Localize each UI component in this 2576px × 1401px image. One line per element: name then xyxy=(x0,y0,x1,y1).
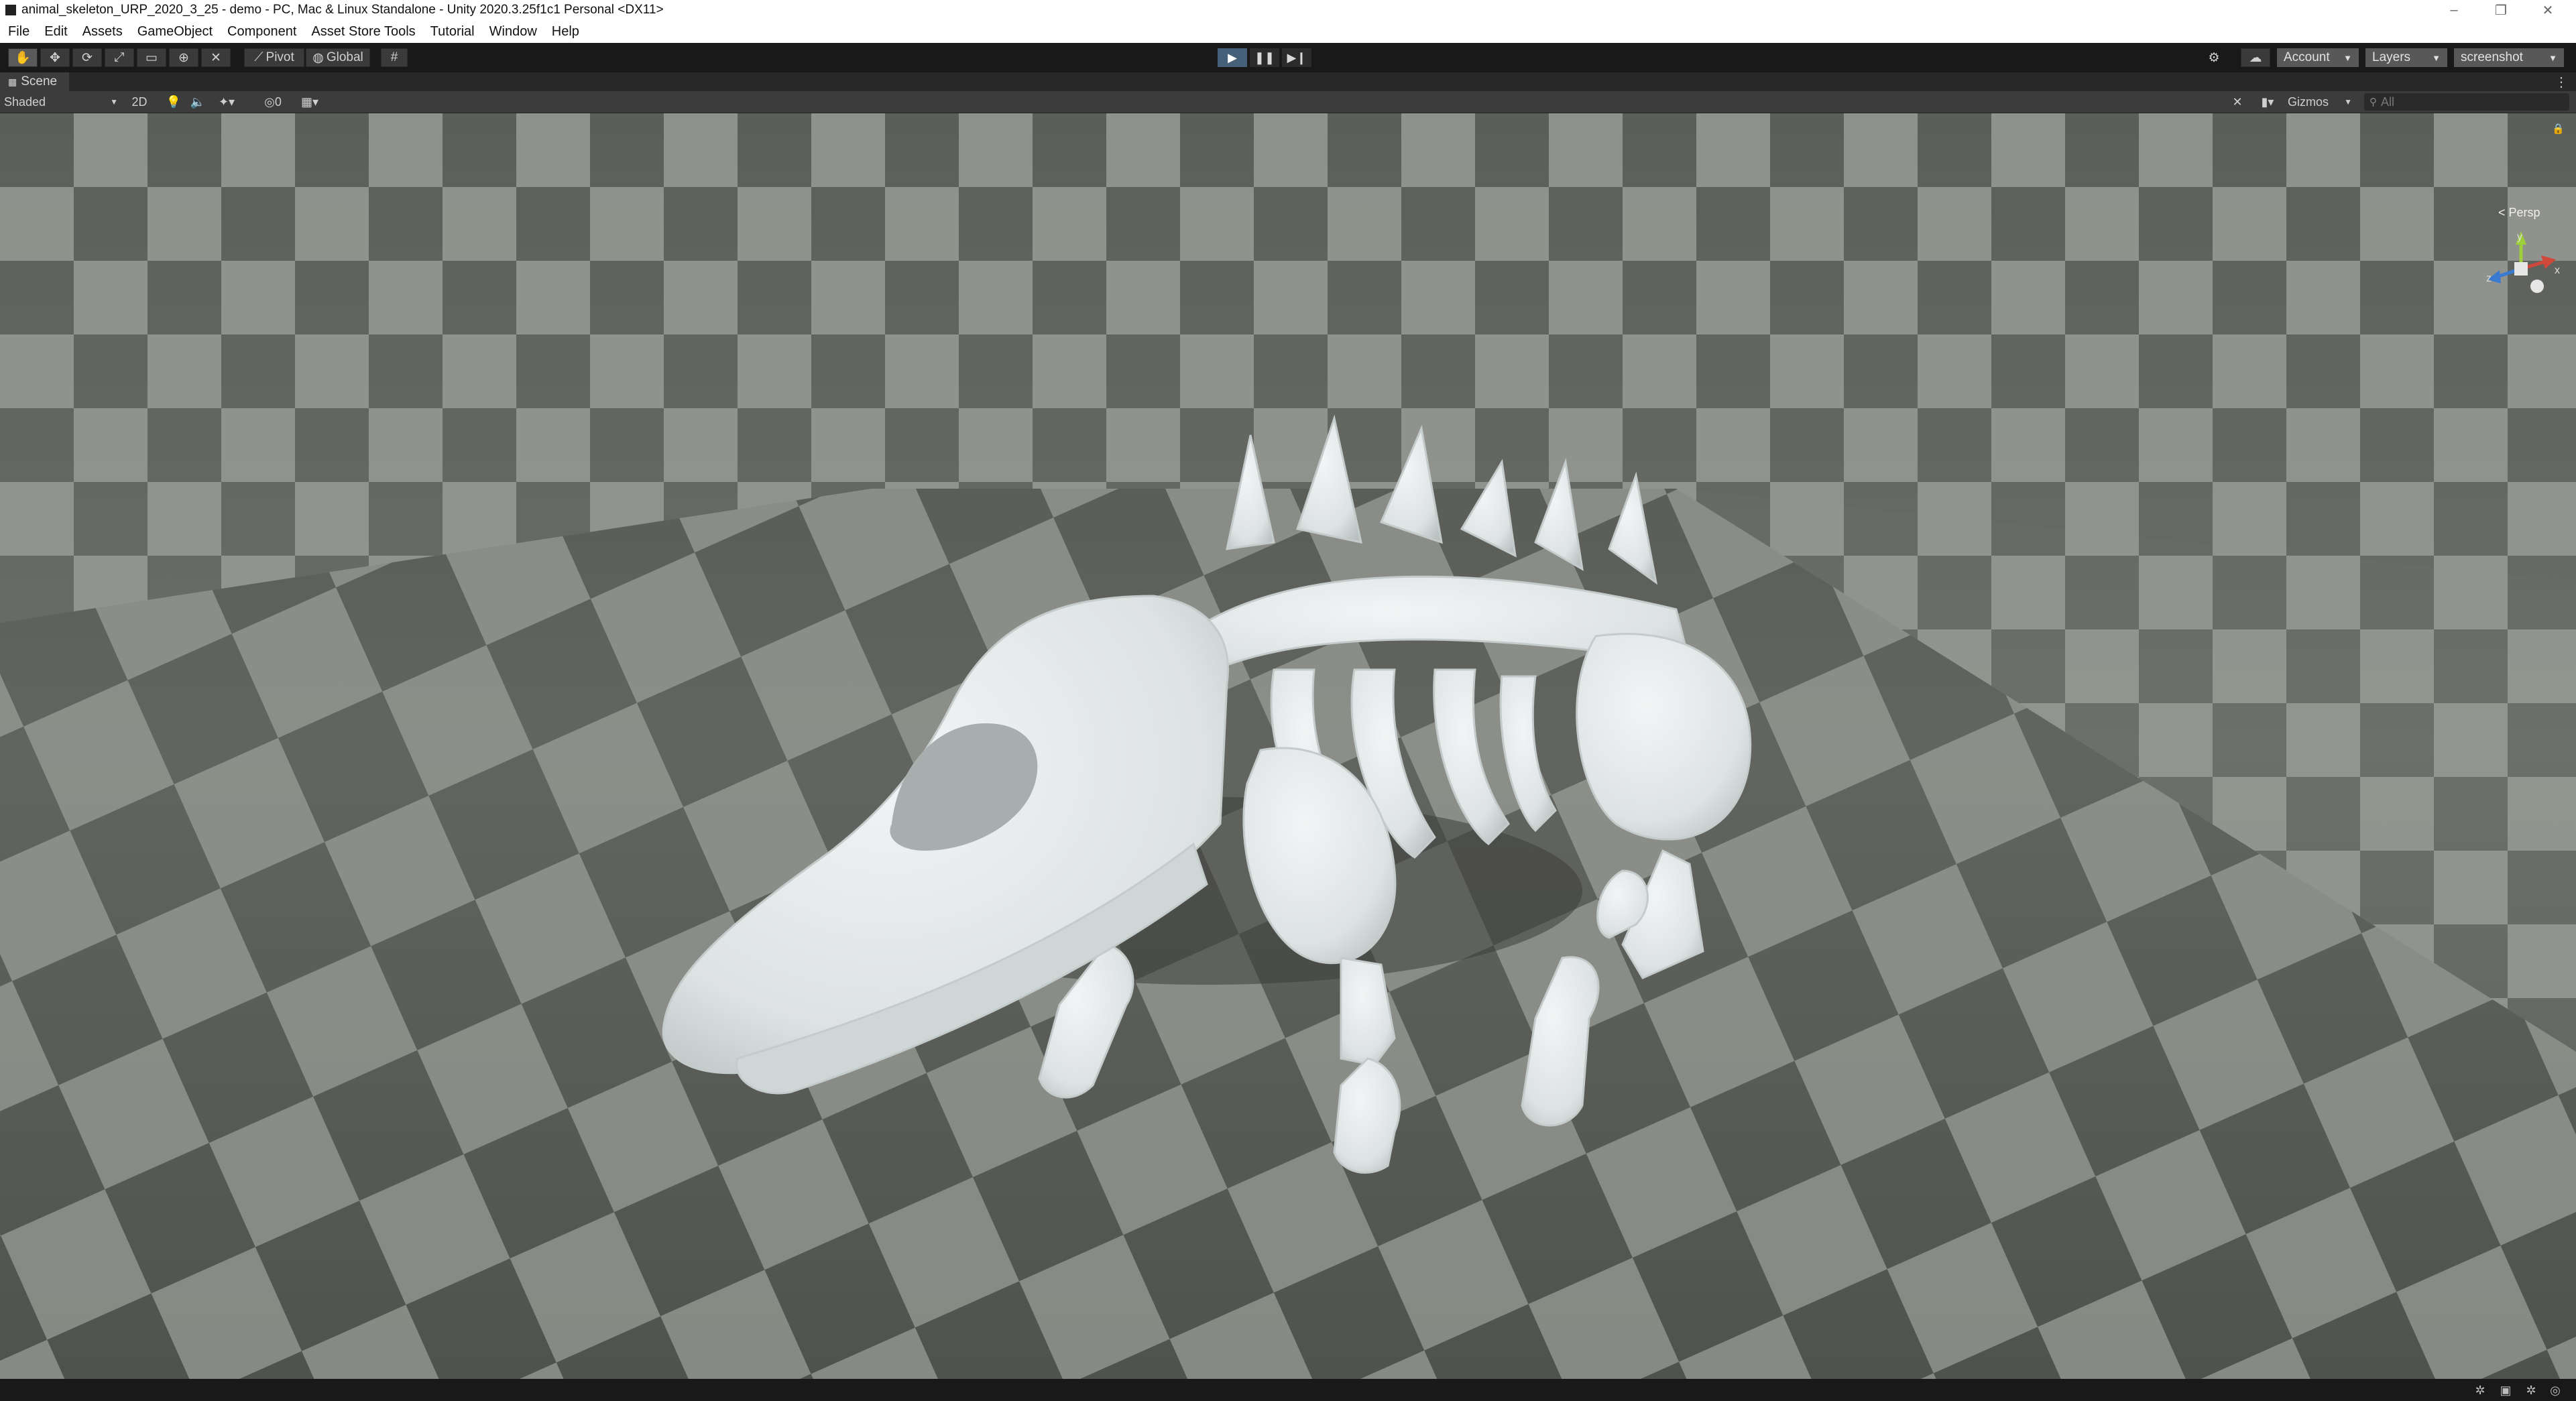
menu-component[interactable]: Component xyxy=(227,24,296,40)
custom-tool-icon[interactable]: ✕ xyxy=(201,48,231,67)
hidden-objects-toggle[interactable]: ◎ 0 xyxy=(255,93,291,111)
maximize-button[interactable]: ❐ xyxy=(2481,0,2521,20)
draw-mode-label: Shaded xyxy=(4,95,46,109)
status-bar: ✲ ▣ ✲ ◎ xyxy=(0,1379,2576,1401)
menu-gameobject[interactable]: GameObject xyxy=(137,24,213,40)
menu-file[interactable]: File xyxy=(8,24,30,40)
window-title-bar: animal_skeleton_URP_2020_3_25 - demo - P… xyxy=(0,0,2576,20)
lock-icon[interactable]: 🔒 xyxy=(2552,123,2565,135)
global-label: Global xyxy=(326,50,363,64)
cloud-icon[interactable]: ☁ xyxy=(2241,48,2270,67)
menu-asset-store-tools[interactable]: Asset Store Tools xyxy=(311,24,415,40)
layers-dropdown[interactable]: Layers ▼ xyxy=(2365,48,2447,67)
gizmo-y-label: y xyxy=(2517,231,2522,243)
collab-icon[interactable]: ⚙ xyxy=(2201,48,2227,67)
search-placeholder: All xyxy=(2381,95,2395,109)
gizmos-label: Gizmos xyxy=(2288,95,2329,109)
window-title: animal_skeleton_URP_2020_3_25 - demo - P… xyxy=(21,3,664,17)
eye-slash-icon: ◎ xyxy=(264,95,275,109)
layout-dropdown[interactable]: screenshot ▼ xyxy=(2454,48,2564,67)
scene-tab-bar: ▦ Scene ⋮ xyxy=(0,72,2576,91)
transform-tool-icon[interactable]: ⊕ xyxy=(169,48,198,67)
global-toggle[interactable]: ◍ Global xyxy=(306,48,370,67)
scene-tab-icon: ▦ xyxy=(8,76,17,87)
account-dropdown[interactable]: Account ▼ xyxy=(2277,48,2359,67)
menu-edit[interactable]: Edit xyxy=(44,24,67,40)
step-button[interactable]: ▶❙ xyxy=(1282,48,1311,67)
audio-icon[interactable]: 🔈 xyxy=(189,93,207,111)
tab-menu-icon[interactable]: ⋮ xyxy=(2555,72,2568,91)
hand-tool-icon[interactable]: ✋ xyxy=(8,48,38,67)
chevron-down-icon: ▼ xyxy=(2432,52,2441,63)
rect-tool-icon[interactable]: ▭ xyxy=(137,48,166,67)
layout-label: screenshot xyxy=(2461,50,2523,64)
chevron-down-icon: ▼ xyxy=(110,97,118,107)
pivot-toggle[interactable]: ⟋ Pivot xyxy=(244,48,304,67)
grid-visibility-icon[interactable]: ▦▾ xyxy=(295,93,325,111)
debug-icon[interactable]: ✲ xyxy=(2524,1383,2538,1398)
scene-view-toolbar: Shaded ▼ 2D 💡 🔈 ✦▾ ◎ 0 ▦▾ ✕ ▮▾ Gizmos ▼ … xyxy=(0,91,2576,113)
scene-search-field[interactable]: ⚲ All xyxy=(2364,93,2569,111)
menu-tutorial[interactable]: Tutorial xyxy=(430,24,475,40)
menu-bar: File Edit Assets GameObject Component As… xyxy=(0,20,2576,43)
account-label: Account xyxy=(2284,50,2330,64)
search-icon: ⚲ xyxy=(2369,97,2377,108)
tools-icon[interactable]: ✕ xyxy=(2229,93,2246,111)
lighting-icon[interactable]: 💡 xyxy=(165,93,182,111)
close-button[interactable]: ✕ xyxy=(2528,0,2568,20)
gizmos-dropdown[interactable]: Gizmos ▼ xyxy=(2288,93,2352,111)
chevron-down-icon: ▼ xyxy=(2343,52,2352,63)
pivot-icon: ⟋ xyxy=(254,50,264,64)
gizmo-x-label: x xyxy=(2555,265,2560,276)
menu-assets[interactable]: Assets xyxy=(82,24,123,40)
draw-mode-dropdown[interactable]: Shaded ▼ xyxy=(4,93,118,111)
gizmo-z-label: z xyxy=(2486,273,2492,284)
scene-viewport[interactable]: y x z 🔒 < Persp xyxy=(0,113,2576,1379)
progress-icon[interactable]: ▣ xyxy=(2498,1383,2513,1398)
main-toolbar: ✋ ✥ ⟳ ⤢ ▭ ⊕ ✕ ⟋ Pivot ◍ Global # ▶ ❚❚ ▶❙… xyxy=(0,43,2576,72)
pause-button[interactable]: ❚❚ xyxy=(1250,48,1279,67)
chevron-down-icon: ▼ xyxy=(2549,52,2557,63)
unity-app-icon xyxy=(5,5,16,15)
perspective-label[interactable]: < Persp xyxy=(2498,206,2540,220)
layers-label: Layers xyxy=(2372,50,2411,64)
effects-icon[interactable]: ✦▾ xyxy=(213,93,240,111)
menu-help[interactable]: Help xyxy=(552,24,579,40)
move-tool-icon[interactable]: ✥ xyxy=(40,48,70,67)
bug-icon[interactable]: ✲ xyxy=(2473,1383,2487,1398)
minimize-button[interactable]: – xyxy=(2434,0,2474,20)
menu-window[interactable]: Window xyxy=(489,24,537,40)
camera-icon[interactable]: ▮▾ xyxy=(2253,93,2282,111)
rotate-tool-icon[interactable]: ⟳ xyxy=(72,48,102,67)
tab-scene[interactable]: ▦ Scene xyxy=(0,72,70,91)
2d-toggle[interactable]: 2D xyxy=(126,93,153,111)
scene-tab-label: Scene xyxy=(21,74,58,88)
scale-tool-icon[interactable]: ⤢ xyxy=(105,48,134,67)
globe-icon: ◍ xyxy=(312,50,324,65)
play-button[interactable]: ▶ xyxy=(1218,48,1247,67)
scene-render xyxy=(0,113,2576,1379)
grid-snap-icon[interactable]: # xyxy=(381,48,408,67)
chevron-down-icon: ▼ xyxy=(2344,97,2352,107)
hidden-count: 0 xyxy=(274,95,282,109)
pivot-label: Pivot xyxy=(266,50,294,64)
auto-generate-lighting-icon[interactable]: ◎ xyxy=(2548,1383,2563,1398)
